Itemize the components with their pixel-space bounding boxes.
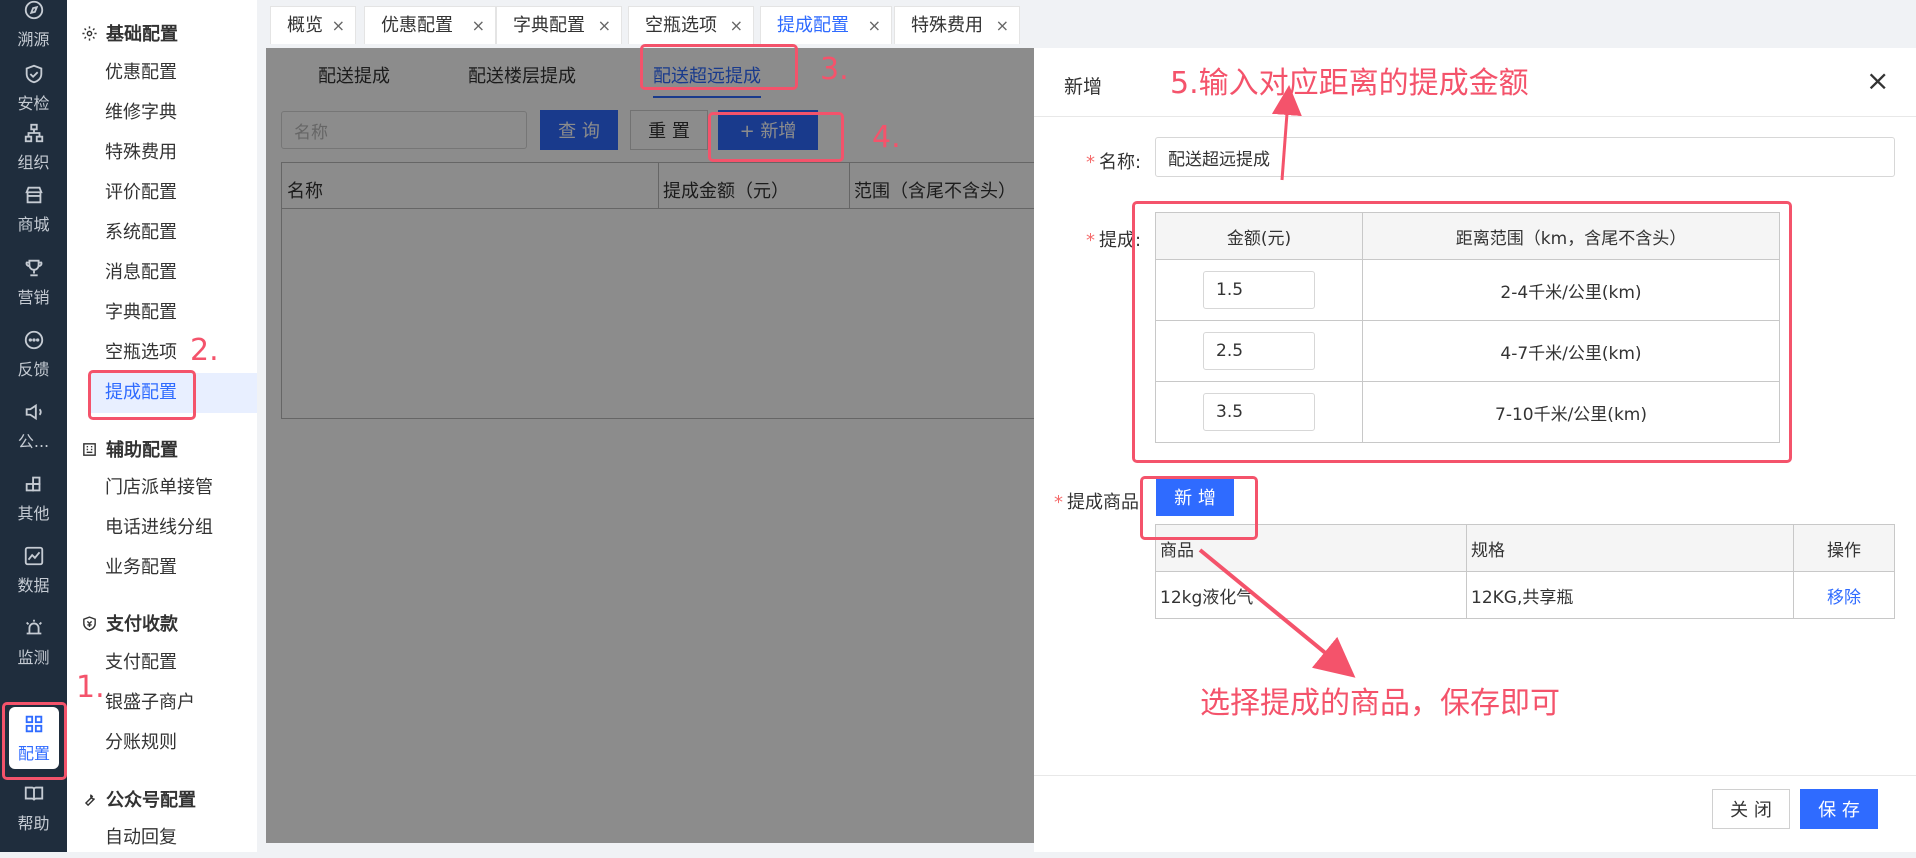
goods-header-action: 操作: [1793, 524, 1895, 572]
close-icon[interactable]: ×: [332, 7, 345, 45]
menu-group-payment[interactable]: 支付收款: [81, 610, 178, 636]
menu-item-empty-bottle[interactable]: 空瓶选项: [91, 333, 257, 373]
annotation-goods-tip: 选择提成的商品，保存即可: [1200, 686, 1560, 721]
rail-label: 商城: [17, 214, 50, 234]
rail-item-notice[interactable]: 公...: [0, 390, 67, 462]
rail-label: 数据: [17, 575, 50, 595]
close-icon[interactable]: ×: [472, 7, 485, 45]
menu-item-phone-group[interactable]: 电话进线分组: [91, 508, 257, 548]
tab-dict[interactable]: 字典配置 ×: [496, 6, 622, 44]
annotation-box-commission: [88, 370, 196, 420]
line-chart-icon: [24, 546, 43, 565]
name-input[interactable]: 配送超远提成: [1155, 137, 1895, 177]
building-icon: [83, 442, 96, 456]
menu-group-wechat[interactable]: 公众号配置: [81, 786, 196, 812]
menu-item-pay-config[interactable]: 支付配置: [91, 643, 257, 683]
annotation-box-config: [2, 702, 67, 780]
modal-mask[interactable]: [266, 48, 1034, 843]
gear-icon: [82, 25, 97, 41]
annotation-step-5: 5.输入对应距离的提成金额: [1170, 66, 1529, 101]
rail-item-data[interactable]: 数据: [0, 534, 67, 606]
annotation-step-2: 2.: [190, 333, 219, 368]
menu-item-rating[interactable]: 评价配置: [91, 173, 257, 213]
name-label: * 名称:: [1086, 152, 1142, 173]
alarm-icon: [25, 619, 42, 634]
menu-item-special-fee[interactable]: 特殊费用: [91, 133, 257, 173]
trophy-icon: [25, 259, 42, 276]
rail-item-other[interactable]: 其他: [0, 462, 67, 534]
compass-icon: [24, 0, 43, 19]
page-tabs: 概览 × 优惠配置 × 字典配置 × 空瓶选项 × 提成配置 × 特殊费用 ×: [258, 0, 1916, 48]
close-icon[interactable]: ×: [996, 7, 1009, 45]
close-icon[interactable]: ×: [598, 7, 611, 45]
rail-item-help[interactable]: 帮助: [0, 772, 67, 844]
wrench-icon: [84, 793, 95, 806]
rail-label: 监测: [17, 647, 50, 667]
goods-label: * 提成商品:: [1054, 492, 1146, 513]
speaker-icon: [25, 403, 42, 420]
menu-item-repair-dict[interactable]: 维修字典: [91, 93, 257, 133]
menu-item-discount[interactable]: 优惠配置: [91, 53, 257, 93]
book-icon: [24, 786, 43, 801]
goods-cell-spec: 12KG,共享瓶: [1466, 571, 1794, 619]
annotation-box-commission-table: [1132, 201, 1792, 463]
grid-plus-icon: [25, 476, 40, 491]
goods-header-spec: 规格: [1466, 524, 1794, 572]
annotation-step-4: 4.: [872, 120, 901, 155]
tab-empty-bottle[interactable]: 空瓶选项 ×: [628, 6, 754, 44]
tab-commission[interactable]: 提成配置 ×: [760, 6, 892, 44]
close-icon[interactable]: ×: [1866, 64, 1889, 97]
shield-yen-icon: [83, 615, 96, 631]
menu-item-business[interactable]: 业务配置: [91, 548, 257, 588]
chat-icon: [24, 330, 43, 349]
menu-item-dict[interactable]: 字典配置: [91, 293, 257, 333]
rail-label: 溯源: [17, 29, 50, 49]
store-icon: [24, 186, 43, 203]
tab-special-fee[interactable]: 特殊费用 ×: [894, 6, 1020, 44]
config-menu: 基础配置 优惠配置 维修字典 特殊费用 评价配置 系统配置 消息配置 字典配置 …: [67, 0, 257, 852]
rail-item-trace[interactable]: 溯源: [0, 0, 67, 60]
annotation-box-add: [708, 112, 844, 162]
close-icon[interactable]: ×: [868, 7, 881, 45]
rail-item-mall[interactable]: 商城: [0, 173, 67, 245]
menu-item-auto-reply[interactable]: 自动回复: [91, 818, 257, 858]
menu-item-message[interactable]: 消息配置: [91, 253, 257, 293]
menu-item-ys-merchant[interactable]: 银盛子商户: [91, 683, 257, 723]
menu-group-basic[interactable]: 基础配置: [81, 20, 178, 46]
annotation-box-far-subtab: [640, 44, 798, 90]
goods-cell-name: 12kg液化气: [1155, 571, 1467, 619]
remove-link[interactable]: 移除: [1793, 571, 1895, 619]
rail-label: 安检: [17, 93, 50, 113]
rail-item-monitor[interactable]: 监测: [0, 606, 67, 678]
tab-discount[interactable]: 优惠配置 ×: [364, 6, 496, 44]
shield-check-icon: [25, 64, 42, 83]
close-icon[interactable]: ×: [730, 7, 743, 45]
annotation-step-1: 1.: [76, 670, 105, 705]
tab-overview[interactable]: 概览 ×: [270, 6, 356, 44]
org-chart-icon: [24, 123, 43, 142]
rail-item-marketing[interactable]: 营销: [0, 246, 67, 318]
close-button[interactable]: 关 闭: [1712, 789, 1790, 829]
menu-item-system[interactable]: 系统配置: [91, 213, 257, 253]
annotation-step-3: 3.: [820, 52, 849, 87]
annotation-box-add-goods: [1140, 476, 1258, 540]
menu-item-split-rule[interactable]: 分账规则: [91, 723, 257, 763]
rail-label: 帮助: [17, 813, 50, 833]
rail-label: 营销: [17, 287, 50, 307]
drawer-title: 新增: [1064, 76, 1103, 98]
rail-item-feedback[interactable]: 反馈: [0, 318, 67, 390]
rail-label: 公...: [17, 431, 50, 451]
menu-group-aux[interactable]: 辅助配置: [81, 436, 178, 462]
menu-item-store-dispatch[interactable]: 门店派单接管: [91, 468, 257, 508]
rail-label: 组织: [17, 152, 50, 172]
rail-label: 其他: [17, 503, 50, 523]
save-button[interactable]: 保 存: [1800, 789, 1878, 829]
rail-label: 反馈: [17, 359, 50, 379]
